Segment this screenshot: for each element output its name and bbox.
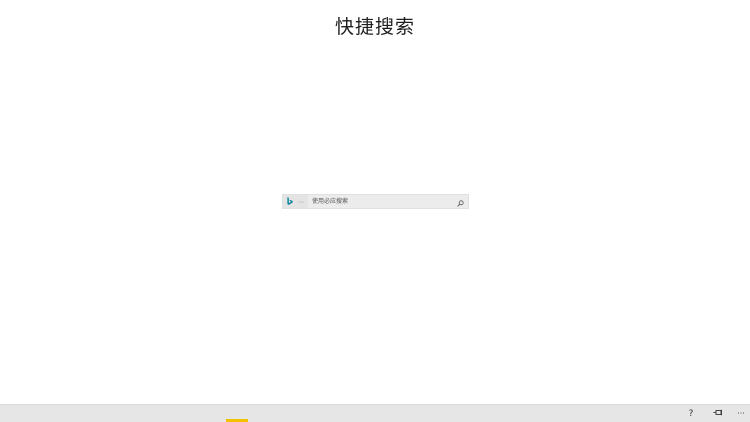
more-label: ··· — [737, 409, 745, 418]
search-input[interactable] — [308, 195, 454, 208]
ellipsis-icon — [298, 199, 304, 205]
page-title: 快捷搜索 — [334, 16, 415, 38]
pin-icon — [713, 409, 723, 419]
more-options-button[interactable]: ··· — [732, 405, 750, 422]
search-button[interactable] — [454, 195, 466, 208]
search-engine-selector[interactable] — [283, 195, 308, 208]
help-label: ? — [688, 408, 694, 419]
search-box — [282, 194, 469, 209]
bing-logo-icon — [287, 197, 293, 206]
pin-button[interactable] — [709, 405, 727, 422]
search-icon — [456, 192, 464, 211]
quick-search-page: 快捷搜索 使用必应搜索 ? ··· — [0, 0, 750, 422]
taskbar: ? ··· — [0, 404, 750, 422]
help-button[interactable]: ? — [682, 405, 700, 422]
